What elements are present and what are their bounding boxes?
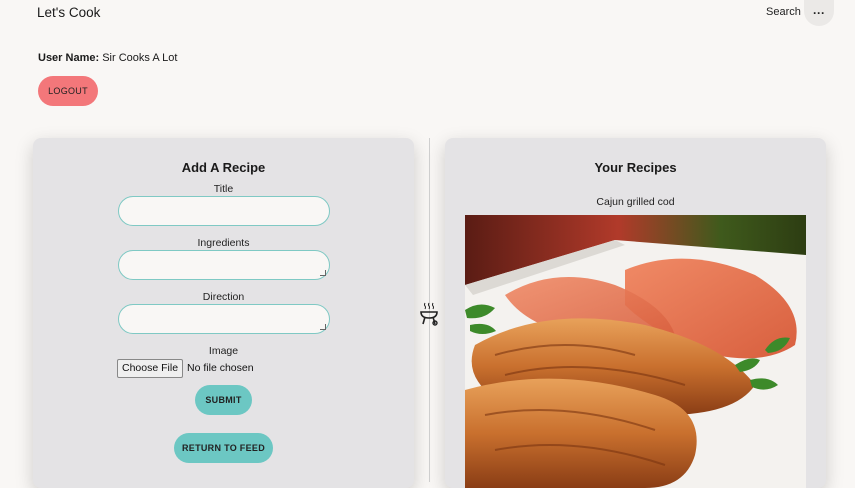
more-menu-button[interactable]: ··· (804, 0, 834, 26)
ingredients-textarea[interactable] (118, 250, 330, 280)
add-recipe-title: Add A Recipe (181, 160, 266, 175)
resize-handle-icon[interactable] (320, 324, 326, 330)
recipe-name: Cajun grilled cod (596, 196, 675, 208)
image-label: Image (208, 345, 239, 357)
direction-label: Direction (202, 291, 245, 303)
your-recipes-title: Your Recipes (594, 160, 677, 175)
more-icon: ··· (813, 6, 825, 20)
user-name: Sir Cooks A Lot (102, 52, 178, 64)
choose-file-button[interactable]: Choose File (117, 358, 184, 378)
title-input[interactable] (118, 196, 330, 226)
grill-icon (420, 302, 438, 326)
user-label: User Name: (38, 52, 100, 64)
your-recipes-panel: Your Recipes Cajun grilled cod (445, 138, 826, 488)
recipe-photo[interactable] (465, 215, 806, 488)
add-recipe-panel: Add A Recipe Title Ingredients Direction… (33, 138, 414, 488)
title-label: Title (213, 183, 234, 195)
recipe-image (465, 215, 806, 488)
image-file-input: Choose File No file chosen (117, 358, 254, 378)
search-link[interactable]: Search (766, 6, 801, 18)
file-status: No file chosen (187, 362, 254, 374)
direction-textarea[interactable] (118, 304, 330, 334)
app-brand[interactable]: Let's Cook (37, 5, 100, 20)
logout-button[interactable]: LOGOUT (38, 76, 98, 106)
submit-button[interactable]: SUBMIT (195, 385, 252, 415)
top-bar: Let's Cook Search ··· (0, 0, 855, 28)
ingredients-label: Ingredients (197, 237, 250, 249)
user-info: User Name: Sir Cooks A Lot (38, 52, 177, 64)
return-to-feed-button[interactable]: RETURN TO FEED (174, 433, 273, 463)
resize-handle-icon[interactable] (320, 270, 326, 276)
